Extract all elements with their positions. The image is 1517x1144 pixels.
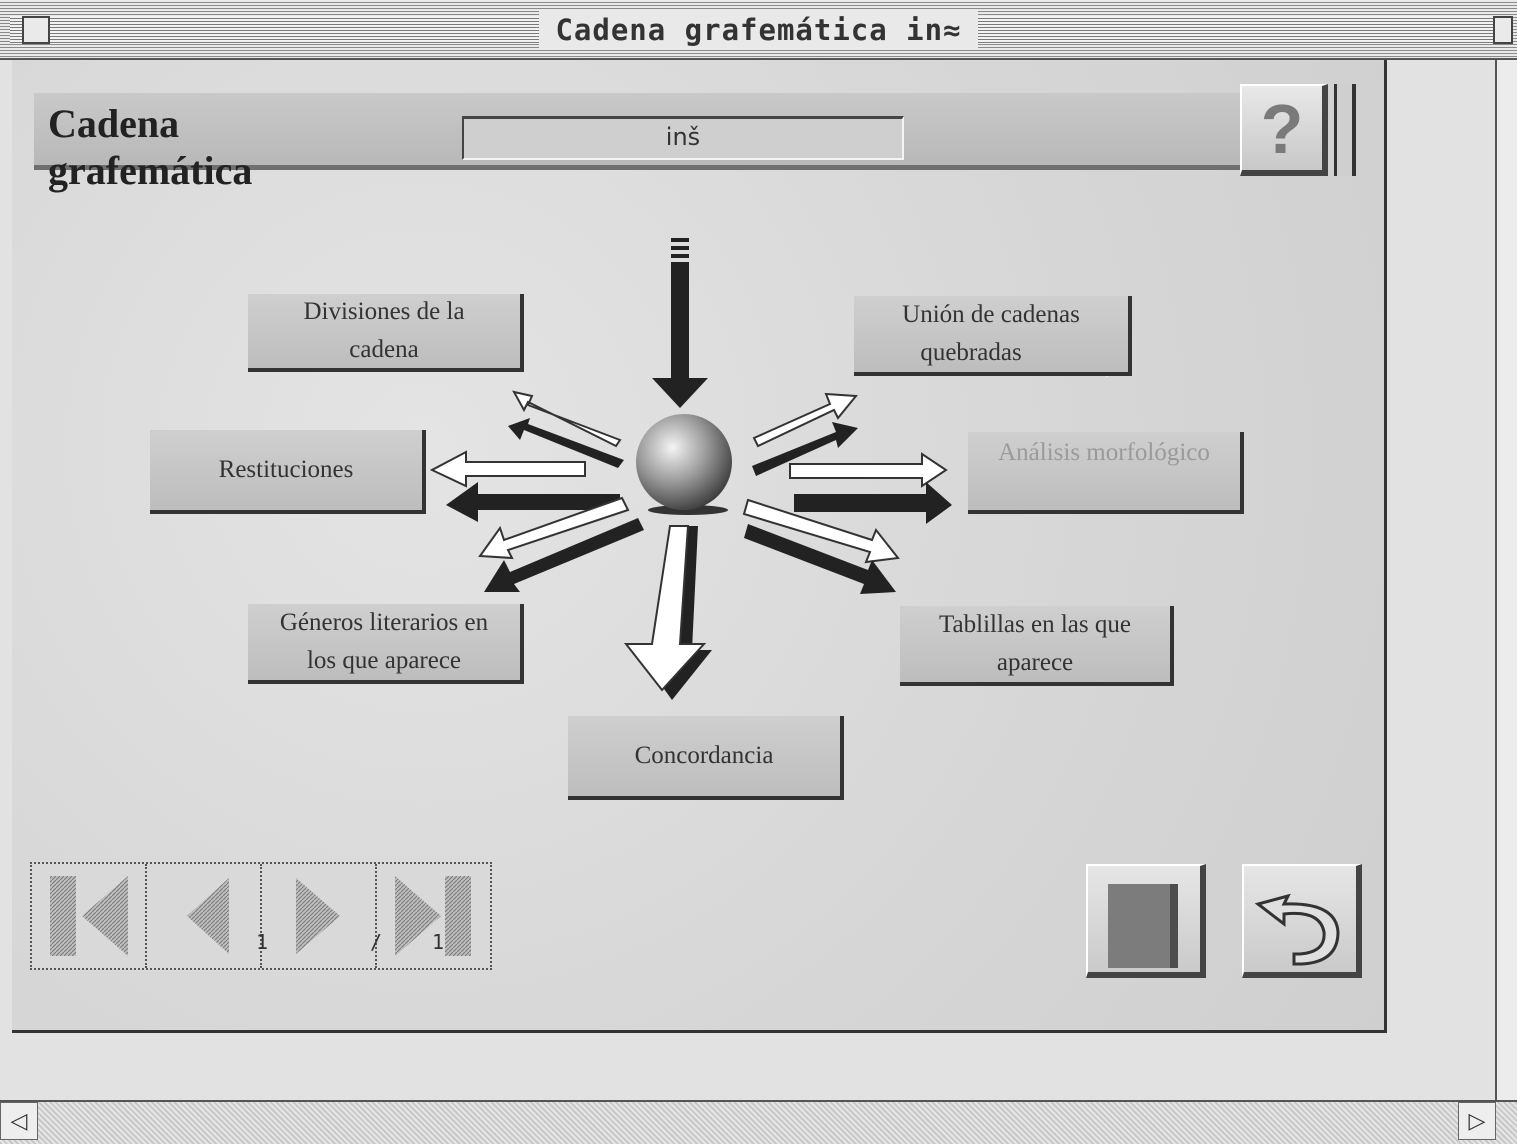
arrow-down-left-icon: [478, 496, 644, 592]
generos-label-2: los que aparece: [306, 647, 462, 674]
generos-label-1: Géneros literarios en: [279, 609, 489, 636]
page-total: 1: [432, 930, 445, 954]
restituciones-label: Restituciones: [218, 456, 354, 483]
next-page-button[interactable]: [262, 864, 377, 968]
tablillas-label-2: aparece: [996, 649, 1074, 676]
tablillas-label-1: Tablillas en las que: [939, 611, 1131, 638]
vertical-scrollbar[interactable]: [1495, 60, 1517, 1100]
concordancia-button[interactable]: Concordancia: [568, 716, 844, 800]
arrow-down-icon: [623, 525, 712, 700]
arrow-down-right-icon: [742, 498, 900, 594]
return-arrow-icon: [1254, 893, 1340, 966]
back-button[interactable]: [1242, 864, 1362, 978]
down-arrow-icon: [652, 238, 708, 408]
concordancia-label: Concordancia: [634, 742, 774, 769]
horizontal-scrollbar[interactable]: [0, 1100, 1517, 1144]
arrow-up-left-icon: [508, 390, 624, 468]
first-page-button[interactable]: [32, 864, 147, 968]
sphere-icon: [636, 414, 732, 515]
next-page-icon: [296, 878, 340, 954]
union-label-1: Unión de cadenas: [902, 301, 1080, 328]
analisis-morfologico-button[interactable]: Análisis morfológico: [968, 432, 1244, 514]
divisiones-label-2: cadena: [349, 336, 419, 363]
previous-page-icon: [187, 878, 229, 954]
book-button[interactable]: [1086, 864, 1206, 978]
divisiones-button[interactable]: Divisiones de la cadena: [248, 294, 524, 372]
previous-page-button[interactable]: [147, 864, 262, 968]
restituciones-button[interactable]: Restituciones: [150, 430, 426, 514]
union-label-2: quebradas: [920, 339, 1022, 366]
book-icon: [1108, 884, 1178, 968]
scroll-left-icon[interactable]: ◁: [0, 1102, 38, 1140]
tablillas-button[interactable]: Tablillas en las que aparece: [900, 606, 1174, 686]
first-page-icon: [50, 876, 128, 956]
union-cadenas-button[interactable]: Unión de cadenas quebradas: [854, 296, 1132, 376]
generos-literarios-button[interactable]: Géneros literarios en los que aparece: [248, 604, 524, 684]
scroll-right-icon[interactable]: ▷: [1458, 1102, 1496, 1140]
page-current: 1: [256, 930, 269, 954]
divisiones-label-1: Divisiones de la: [303, 298, 465, 325]
page-separator: /: [370, 930, 383, 954]
arrow-right-icon: [789, 452, 952, 524]
analisis-label: Análisis morfológico: [998, 439, 1210, 466]
